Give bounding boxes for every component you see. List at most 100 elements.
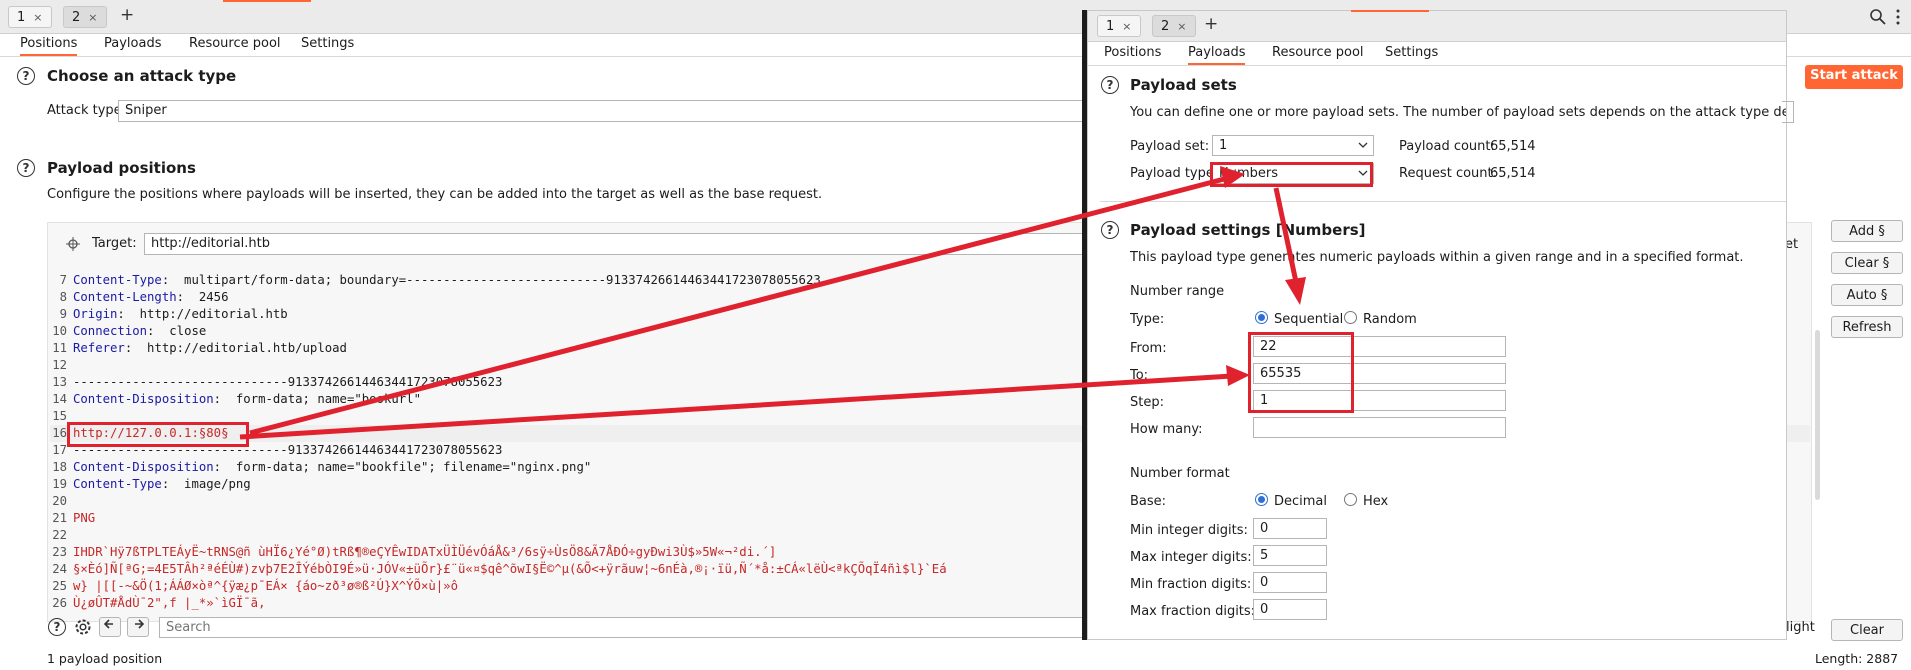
line-number: 21: [52, 511, 67, 525]
decimal-radio[interactable]: [1255, 493, 1268, 506]
sequential-label[interactable]: Sequential: [1274, 312, 1343, 327]
popup-tab-payloads[interactable]: Payloads: [1188, 43, 1246, 65]
more-icon[interactable]: [1893, 8, 1903, 26]
payload-set-value: 1: [1219, 138, 1228, 153]
min-integer-digits-input[interactable]: 0: [1253, 518, 1327, 539]
header-value: image/png: [176, 477, 251, 491]
help-icon[interactable]: ?: [48, 618, 66, 636]
tab-settings[interactable]: Settings: [301, 34, 354, 54]
line-number: 8: [59, 290, 67, 304]
refresh-button[interactable]: Refresh: [1831, 316, 1903, 338]
line-number: 16: [52, 426, 67, 440]
add-tab-icon[interactable]: +: [1204, 14, 1218, 34]
line-number: 11: [52, 341, 67, 355]
popup-tab-positions[interactable]: Positions: [1104, 43, 1161, 63]
random-radio[interactable]: [1344, 311, 1357, 324]
help-icon[interactable]: ?: [17, 159, 35, 177]
payload-set-select[interactable]: 1: [1212, 135, 1374, 156]
tab-label: 1: [17, 10, 26, 25]
sequential-radio[interactable]: [1255, 311, 1268, 324]
binary-text: w} |[[-~&Ö(1;ÁÁØ×òª^{ÿæ¿p¯EÁ× {áo~zð³ø®ß…: [73, 579, 458, 593]
header-name: Content-Type: [73, 477, 162, 491]
gear-icon[interactable]: [73, 617, 93, 637]
header-name: Referer: [73, 341, 125, 355]
close-icon[interactable]: ×: [1122, 20, 1131, 33]
number-format-title: Number format: [1130, 466, 1230, 481]
how-many-input[interactable]: [1253, 417, 1506, 438]
close-icon[interactable]: ×: [1177, 20, 1186, 33]
clear-button[interactable]: Clear: [1831, 619, 1903, 641]
hex-label[interactable]: Hex: [1363, 494, 1388, 509]
tab-label: 2: [72, 10, 81, 25]
close-icon[interactable]: ×: [88, 11, 97, 24]
close-icon[interactable]: ×: [33, 11, 42, 24]
chevron-down-icon: [1358, 142, 1368, 148]
annotation-box-payload: [67, 422, 249, 447]
payload-count-value: 65,514: [1490, 139, 1536, 154]
payload-count-label: Payload count:: [1399, 139, 1495, 154]
tab-payloads[interactable]: Payloads: [104, 34, 161, 54]
annotation-box-range: [1248, 332, 1354, 413]
decimal-label[interactable]: Decimal: [1274, 494, 1327, 509]
popup-tab-2[interactable]: 2 ×: [1152, 15, 1196, 37]
clear-marker-button[interactable]: Clear §: [1831, 252, 1903, 274]
tab-positions[interactable]: Positions: [20, 34, 78, 56]
editor-scrollbar[interactable]: [1815, 330, 1820, 500]
attack-type-select[interactable]: Sniper: [118, 100, 1088, 122]
line-number: 23: [52, 545, 67, 559]
header-value: multipart/form-data; boundary=----------…: [176, 273, 821, 287]
line-number: 26: [52, 596, 67, 610]
tab-resource-pool[interactable]: Resource pool: [189, 34, 281, 54]
popup-tab-1[interactable]: 1 ×: [1097, 15, 1141, 37]
number-range-title: Number range: [1130, 284, 1225, 299]
payload-positions-title: Payload positions: [47, 159, 196, 177]
target-icon: [66, 237, 80, 251]
header-value: form-data; name="bookfile"; filename="ng…: [228, 460, 592, 474]
help-icon[interactable]: ?: [1101, 221, 1119, 239]
max-integer-digits-input[interactable]: 5: [1253, 545, 1327, 566]
desc-field-edge: [1782, 101, 1794, 123]
header-name: Connection: [73, 324, 148, 338]
forward-button[interactable]: [127, 617, 149, 637]
binary-text: Ù¿øÛT#ÅdÙ¯2",f |_*»`ìGÏ¯ã,: [73, 596, 266, 610]
min-fraction-digits-input[interactable]: 0: [1253, 572, 1327, 593]
header-value: form-data; name="bookurl": [228, 392, 421, 406]
payload-settings-title: Payload settings [Numbers]: [1130, 221, 1366, 239]
target-label: Target:: [92, 236, 137, 251]
start-attack-button[interactable]: Start attack: [1805, 65, 1903, 89]
main-tab-2[interactable]: 2 ×: [63, 6, 107, 28]
line-number: 10: [52, 324, 67, 338]
attack-type-title: Choose an attack type: [47, 67, 237, 85]
hex-radio[interactable]: [1344, 493, 1357, 506]
search-input[interactable]: [159, 617, 1089, 638]
boundary-text: -----------------------------91337426614…: [73, 375, 503, 389]
add-marker-button[interactable]: Add §: [1831, 220, 1903, 242]
highlight-cutoff-text: light: [1786, 620, 1815, 635]
tab-label: 2: [1161, 19, 1170, 34]
random-label[interactable]: Random: [1363, 312, 1417, 327]
target-input[interactable]: http://editorial.htb: [144, 233, 1089, 255]
line-number: 15: [52, 409, 67, 423]
header-value: http://editorial.htb/upload: [139, 341, 347, 355]
search-icon[interactable]: [1869, 8, 1887, 26]
max-fraction-digits-label: Max fraction digits:: [1130, 604, 1256, 619]
range-type-label: Type:: [1130, 312, 1165, 327]
main-tab-1[interactable]: 1 ×: [8, 6, 52, 28]
request-count-label: Request count:: [1399, 166, 1497, 181]
binary-text: PNG: [73, 511, 96, 525]
payload-set-label: Payload set:: [1130, 139, 1210, 154]
max-fraction-digits-input[interactable]: 0: [1253, 599, 1327, 620]
help-icon[interactable]: ?: [17, 67, 35, 85]
help-icon[interactable]: ?: [1101, 76, 1119, 94]
back-button[interactable]: [99, 617, 121, 637]
popup-tab-resource-pool[interactable]: Resource pool: [1272, 43, 1364, 63]
payload-type-label: Payload type:: [1130, 166, 1219, 181]
add-tab-icon[interactable]: +: [120, 5, 134, 25]
header-value: http://editorial.htb: [132, 307, 288, 321]
popup-tab-settings[interactable]: Settings: [1385, 43, 1438, 63]
binary-text: §×Èó]Ñ[ªG;=4E5TÂh²ªéÉÙ#)zvþ7E2ÎÝébÒI9É»ü…: [73, 562, 947, 576]
line-number: 24: [52, 562, 67, 576]
auto-marker-button[interactable]: Auto §: [1831, 284, 1903, 306]
binary-text: IHDR`Hÿ7ßTPLTEÁyË~tRNS@ñ ùHÏ6¿Yé°Ø)tRß¶®…: [73, 545, 777, 559]
divider: [1100, 201, 1786, 202]
